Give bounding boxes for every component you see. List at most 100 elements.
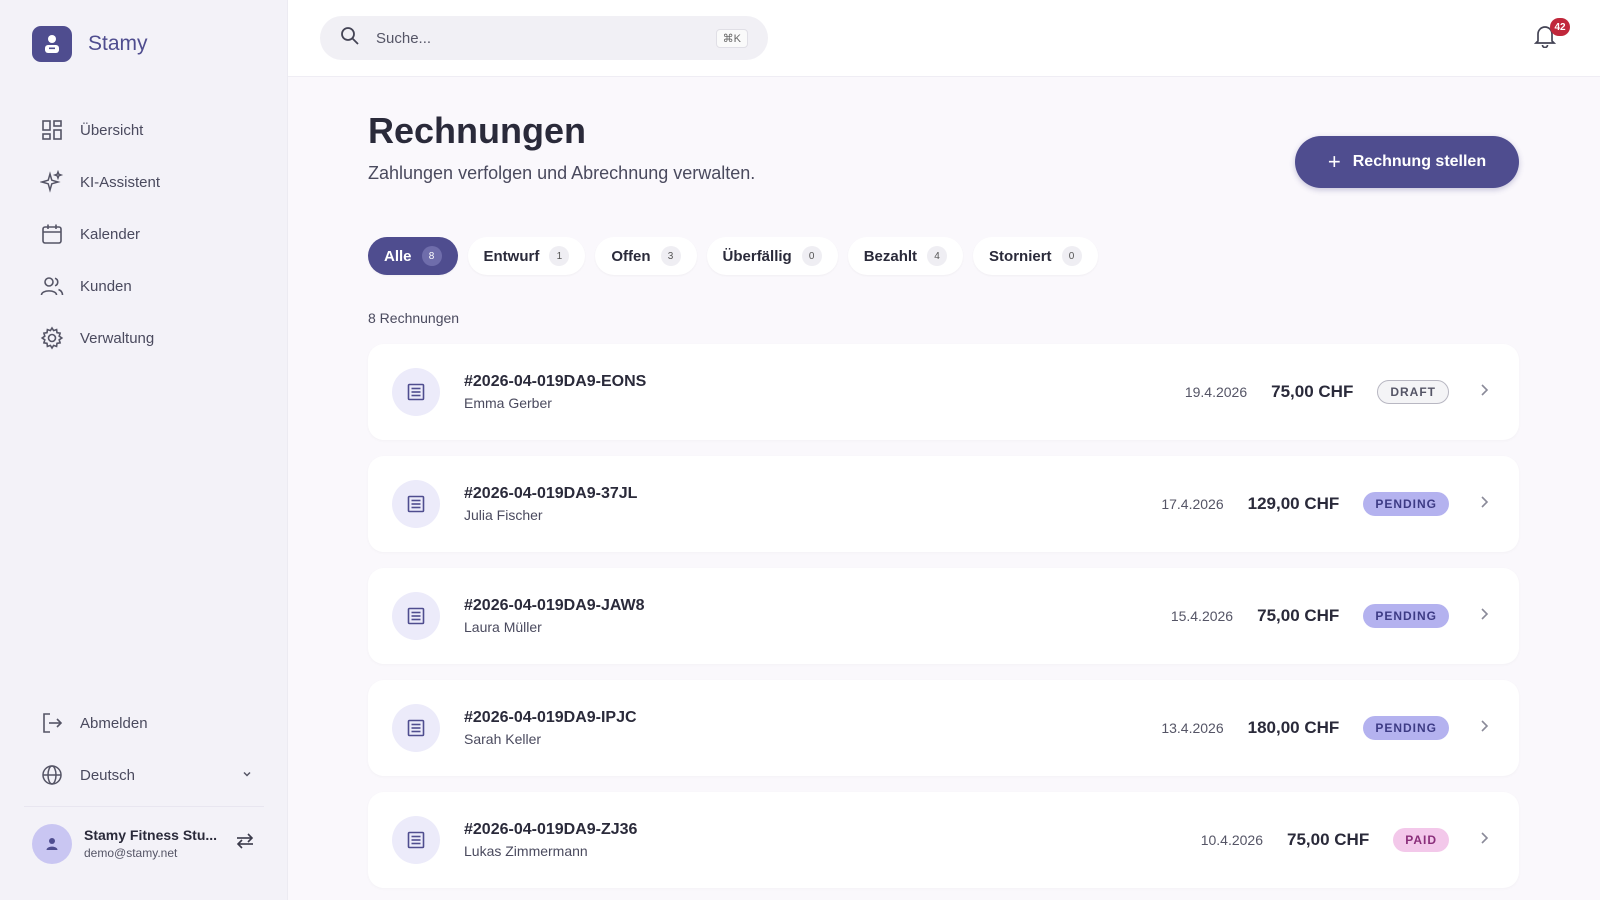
list-item[interactable]: #2026-04-019DA9-EONS Emma Gerber 19.4.20… xyxy=(368,344,1519,440)
tab-count: 0 xyxy=(801,246,822,266)
avatar[interactable] xyxy=(32,823,72,864)
language-label: Deutsch xyxy=(80,766,136,784)
tab-alle[interactable]: Alle 8 xyxy=(368,237,458,275)
chevron-right-icon xyxy=(1479,383,1489,402)
invoice-customer: Sarah Keller xyxy=(464,731,542,747)
chevron-right-icon xyxy=(1479,831,1489,850)
create-invoice-button[interactable]: + Rechnung stellen xyxy=(1295,136,1519,188)
user-info: Stamy Fitness Stu... demo@stamy.net xyxy=(84,827,220,860)
sidebar-item-label: KI-Assistent xyxy=(80,173,161,191)
tab-bezahlt[interactable]: Bezahlt 4 xyxy=(847,237,964,275)
switch-account-icon[interactable] xyxy=(234,830,256,857)
sidebar-item-uebersicht[interactable]: Übersicht xyxy=(40,104,260,156)
invoice-icon xyxy=(392,816,440,864)
plus-icon: + xyxy=(1327,149,1341,174)
page-subtitle: Zahlungen verfolgen und Abrechnung verwa… xyxy=(368,163,756,183)
chevron-right-icon xyxy=(1479,607,1489,626)
invoice-amount: 75,00 CHF xyxy=(1287,830,1370,849)
tab-count: 3 xyxy=(660,246,681,266)
logout-button[interactable]: Abmelden xyxy=(40,697,260,749)
invoice-customer: Lukas Zimmermann xyxy=(464,843,588,859)
topbar: ⌘K 42 xyxy=(288,0,1600,77)
invoice-date: 10.4.2026 xyxy=(1200,832,1264,848)
invoice-amount: 180,00 CHF xyxy=(1247,718,1340,737)
tab-count: 4 xyxy=(927,246,948,266)
brand[interactable]: Stamy xyxy=(32,26,148,62)
invoice-customer: Emma Gerber xyxy=(464,395,552,411)
sidebar-item-verwaltung[interactable]: Verwaltung xyxy=(40,312,260,364)
calendar-icon xyxy=(40,222,64,246)
search-input[interactable] xyxy=(376,29,696,47)
status-badge: PENDING xyxy=(1363,604,1449,628)
chevron-right-icon xyxy=(1479,495,1489,514)
search-bar[interactable]: ⌘K xyxy=(320,16,768,60)
status-filter-tabs: Alle 8 Entwurf 1 Offen 3 Überfällig 0 Be… xyxy=(368,237,1108,275)
list-item[interactable]: #2026-04-019DA9-JAW8 Laura Müller 15.4.2… xyxy=(368,568,1519,664)
invoice-icon xyxy=(392,480,440,528)
page-title: Rechnungen xyxy=(368,110,587,151)
tab-label: Alle xyxy=(384,247,412,265)
globe-icon xyxy=(40,763,64,787)
sparkles-icon xyxy=(40,170,64,194)
invoice-list: #2026-04-019DA9-EONS Emma Gerber 19.4.20… xyxy=(368,344,1519,900)
invoice-count: 8 Rechnungen xyxy=(368,310,460,326)
sidebar-item-kunden[interactable]: Kunden xyxy=(40,260,260,312)
sidebar-item-kalender[interactable]: Kalender xyxy=(40,208,260,260)
sidebar-nav: Übersicht KI-Assistent Kalender Kunden V… xyxy=(40,104,260,364)
list-item[interactable]: #2026-04-019DA9-ZJ36 Lukas Zimmermann 10… xyxy=(368,792,1519,888)
tab-ueberfaellig[interactable]: Überfällig 0 xyxy=(706,237,838,275)
sidebar-item-label: Verwaltung xyxy=(80,329,155,347)
sidebar: Stamy Übersicht KI-Assistent Kalender Ku… xyxy=(0,0,288,900)
invoice-number: #2026-04-019DA9-37JL xyxy=(464,485,638,502)
notifications-button[interactable]: 42 xyxy=(1533,18,1570,54)
sidebar-item-label: Kunden xyxy=(80,277,132,295)
tab-count: 1 xyxy=(549,246,570,266)
tab-count: 8 xyxy=(421,246,442,266)
list-item[interactable]: #2026-04-019DA9-37JL Julia Fischer 17.4.… xyxy=(368,456,1519,552)
logo-icon xyxy=(32,26,72,62)
notification-badge: 42 xyxy=(1550,18,1570,36)
invoice-date: 13.4.2026 xyxy=(1161,720,1224,736)
gear-icon xyxy=(40,326,64,350)
chevron-right-icon xyxy=(1479,719,1489,738)
invoice-icon xyxy=(392,368,440,416)
users-icon xyxy=(40,274,64,298)
sidebar-bottom: Abmelden Deutsch xyxy=(40,697,260,801)
invoice-number: #2026-04-019DA9-ZJ36 xyxy=(464,821,638,838)
invoice-customer: Laura Müller xyxy=(464,619,542,635)
brand-name: Stamy xyxy=(88,32,148,55)
invoice-customer: Julia Fischer xyxy=(464,507,543,523)
language-select[interactable]: Deutsch xyxy=(40,749,260,801)
tab-label: Offen xyxy=(611,247,651,265)
sidebar-item-label: Kalender xyxy=(80,225,141,243)
chevron-down-icon xyxy=(242,766,252,784)
invoice-amount: 75,00 CHF xyxy=(1271,382,1354,401)
status-badge: PENDING xyxy=(1363,492,1449,516)
invoice-date: 17.4.2026 xyxy=(1161,496,1224,512)
invoice-date: 19.4.2026 xyxy=(1184,384,1248,400)
invoice-amount: 129,00 CHF xyxy=(1247,494,1340,513)
sidebar-item-ki-assistent[interactable]: KI-Assistent xyxy=(40,156,260,208)
tab-label: Storniert xyxy=(989,247,1052,265)
tab-label: Bezahlt xyxy=(863,247,918,265)
tab-label: Entwurf xyxy=(483,247,540,265)
invoice-number: #2026-04-019DA9-EONS xyxy=(464,373,647,390)
invoice-icon xyxy=(392,704,440,752)
user-email: demo@stamy.net xyxy=(84,846,178,860)
status-badge: PENDING xyxy=(1363,716,1449,740)
sidebar-item-label: Übersicht xyxy=(80,121,144,139)
invoice-date: 15.4.2026 xyxy=(1170,608,1234,624)
user-name: Stamy Fitness Stu... xyxy=(84,827,218,843)
tab-entwurf[interactable]: Entwurf 1 xyxy=(467,237,586,275)
search-icon xyxy=(340,26,360,51)
list-item[interactable]: #2026-04-019DA9-IPJC Sarah Keller 13.4.2… xyxy=(368,680,1519,776)
status-badge: PAID xyxy=(1393,828,1449,852)
tab-offen[interactable]: Offen 3 xyxy=(595,237,697,275)
invoice-amount: 75,00 CHF xyxy=(1257,606,1340,625)
invoice-icon xyxy=(392,592,440,640)
shortcut-hint: ⌘K xyxy=(715,28,748,48)
logout-icon xyxy=(40,711,64,735)
tab-storniert[interactable]: Storniert 0 xyxy=(973,237,1098,275)
status-badge: DRAFT xyxy=(1377,380,1449,404)
invoice-number: #2026-04-019DA9-IPJC xyxy=(464,709,637,726)
